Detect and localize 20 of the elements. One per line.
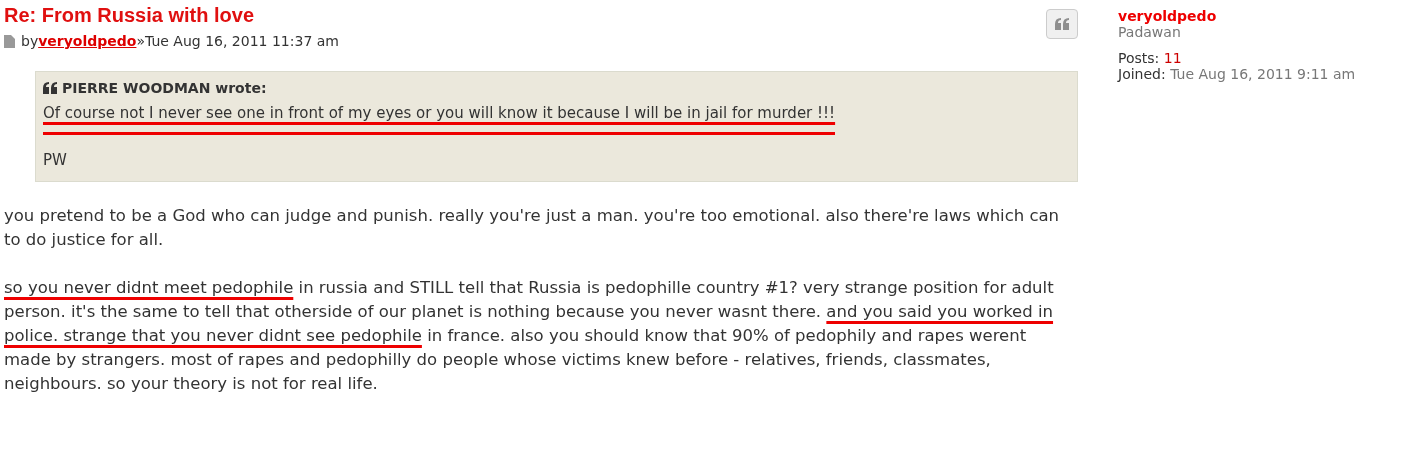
author-link[interactable]: veryoldpedo [38, 33, 137, 49]
separator: » [136, 33, 145, 49]
quote-icon [43, 82, 57, 94]
document-icon [4, 34, 15, 48]
quote-text: PW [43, 150, 67, 170]
joined-date: Tue Aug 16, 2011 9:11 am [1170, 66, 1356, 82]
post-title[interactable]: Re: From Russia with love [4, 4, 339, 27]
post-paragraph: so you never didnt meet pedophile in russia and STILL tell that Russia is pedophille country #1? very strange position for adult person. it's the same to tell that otherside of our planet is nothing because you never wasnt there. and you said you worked in police. strange that you never didnt see pedophile in france. also you should know that 90% of pedophily and rapes werent made by strangers. most of rapes and pedophilly do people whose victims knew before - relatives, friends, classmates, neighbours. so your theory is not for real life. [4, 277, 1055, 395]
post-paragraph: you pretend to be a God who can judge and punish. really you're just a man. you're too emotional. also there're laws which can to do justice for all. [4, 205, 1061, 251]
posts-count[interactable]: 11 [1163, 50, 1182, 66]
profile-rank: Padawan [1118, 24, 1182, 40]
profile-username[interactable]: veryoldpedo [1118, 8, 1356, 24]
quote-text: Of course not I never see one in front of my eyes or you will know it because I will be in jail for murder !!! [43, 103, 836, 135]
quote-author: PIERRE WOODMAN wrote: [62, 80, 267, 96]
post-date: Tue Aug 16, 2011 11:37 am [145, 33, 339, 49]
by-label: by [21, 33, 39, 49]
posts-label: Posts: [1118, 50, 1160, 66]
joined-label: Joined: [1118, 66, 1166, 82]
quote-icon [1055, 18, 1069, 30]
quote-button[interactable] [1046, 9, 1078, 39]
